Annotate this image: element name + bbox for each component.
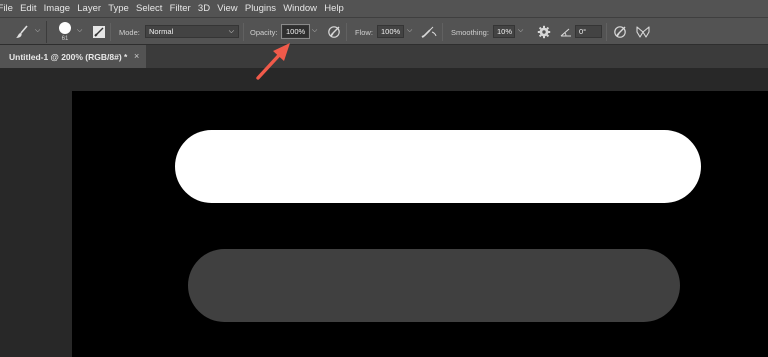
gear-icon[interactable] [536,24,552,40]
opacity-label: Opacity: [250,28,278,37]
menu-filter[interactable]: Filter [166,0,194,17]
workspace [0,68,768,357]
brush-icon[interactable] [14,24,30,40]
menu-window[interactable]: Window [280,0,321,17]
brush-picker-chevron-icon[interactable]: ⌵ [77,27,82,35]
document-tab-title: Untitled-1 @ 200% (RGB/8#) * [9,51,128,62]
opacity-field[interactable]: 100% [281,24,310,39]
menu-edit[interactable]: Edit [17,0,41,17]
brush-size-value: 61 [61,36,69,42]
canvas[interactable] [72,91,768,357]
annotation-arrow-icon [256,43,290,80]
brush-preset-picker[interactable]: 61 [56,21,74,45]
pressure-size-icon[interactable] [612,24,628,40]
close-icon[interactable]: × [134,51,139,61]
pressure-opacity-icon[interactable] [326,24,342,40]
menu-plugins[interactable]: Plugins [241,0,279,17]
butterfly-icon[interactable] [635,24,651,40]
menu-3d[interactable]: 3D [194,0,213,17]
flow-field[interactable]: 100% [377,25,404,38]
menu-image[interactable]: Image [40,0,74,17]
menu-view[interactable]: View [214,0,242,17]
tool-preset-chevron-icon[interactable]: ⌵ [35,27,40,35]
opacity-chevron-icon[interactable]: ⌵ [312,27,317,35]
menu-select[interactable]: Select [132,0,166,17]
separator [46,21,47,43]
menu-help[interactable]: Help [321,0,348,17]
options-bar: ⌵ 61 ⌵ Mode: Normal ⌵ Opacity: 100% ⌵ Fl… [0,17,768,45]
mode-select[interactable]: Normal ⌵ [145,25,239,38]
document-tab-strip: Untitled-1 @ 200% (RGB/8#) * × [0,45,768,68]
menu-bar: File Edit Image Layer Type Select Filter… [0,0,768,17]
smoothing-chevron-icon[interactable]: ⌵ [518,27,523,35]
smoothing-field[interactable]: 10% [493,25,515,38]
airbrush-icon[interactable] [421,24,437,40]
white-brush-stroke [175,130,701,203]
mode-value: Normal [149,27,174,36]
mode-chevron-icon: ⌵ [228,28,234,35]
separator [243,23,244,41]
gray-brush-stroke [188,249,680,322]
flow-chevron-icon[interactable]: ⌵ [407,27,412,35]
angle-field[interactable]: 0° [575,25,602,38]
separator [606,23,607,41]
separator [346,23,347,41]
menu-file[interactable]: File [0,0,17,17]
brush-tip-icon [59,22,71,34]
document-tab[interactable]: Untitled-1 @ 200% (RGB/8#) * × [0,45,146,68]
brush-panel-icon[interactable] [91,24,107,40]
menu-type[interactable]: Type [105,0,133,17]
separator [442,23,443,41]
flow-label: Flow: [355,28,373,37]
smoothing-label: Smoothing: [451,28,489,37]
angle-icon [558,24,574,40]
mode-label: Mode: [119,28,140,37]
menu-layer[interactable]: Layer [74,0,105,17]
separator [110,23,111,41]
